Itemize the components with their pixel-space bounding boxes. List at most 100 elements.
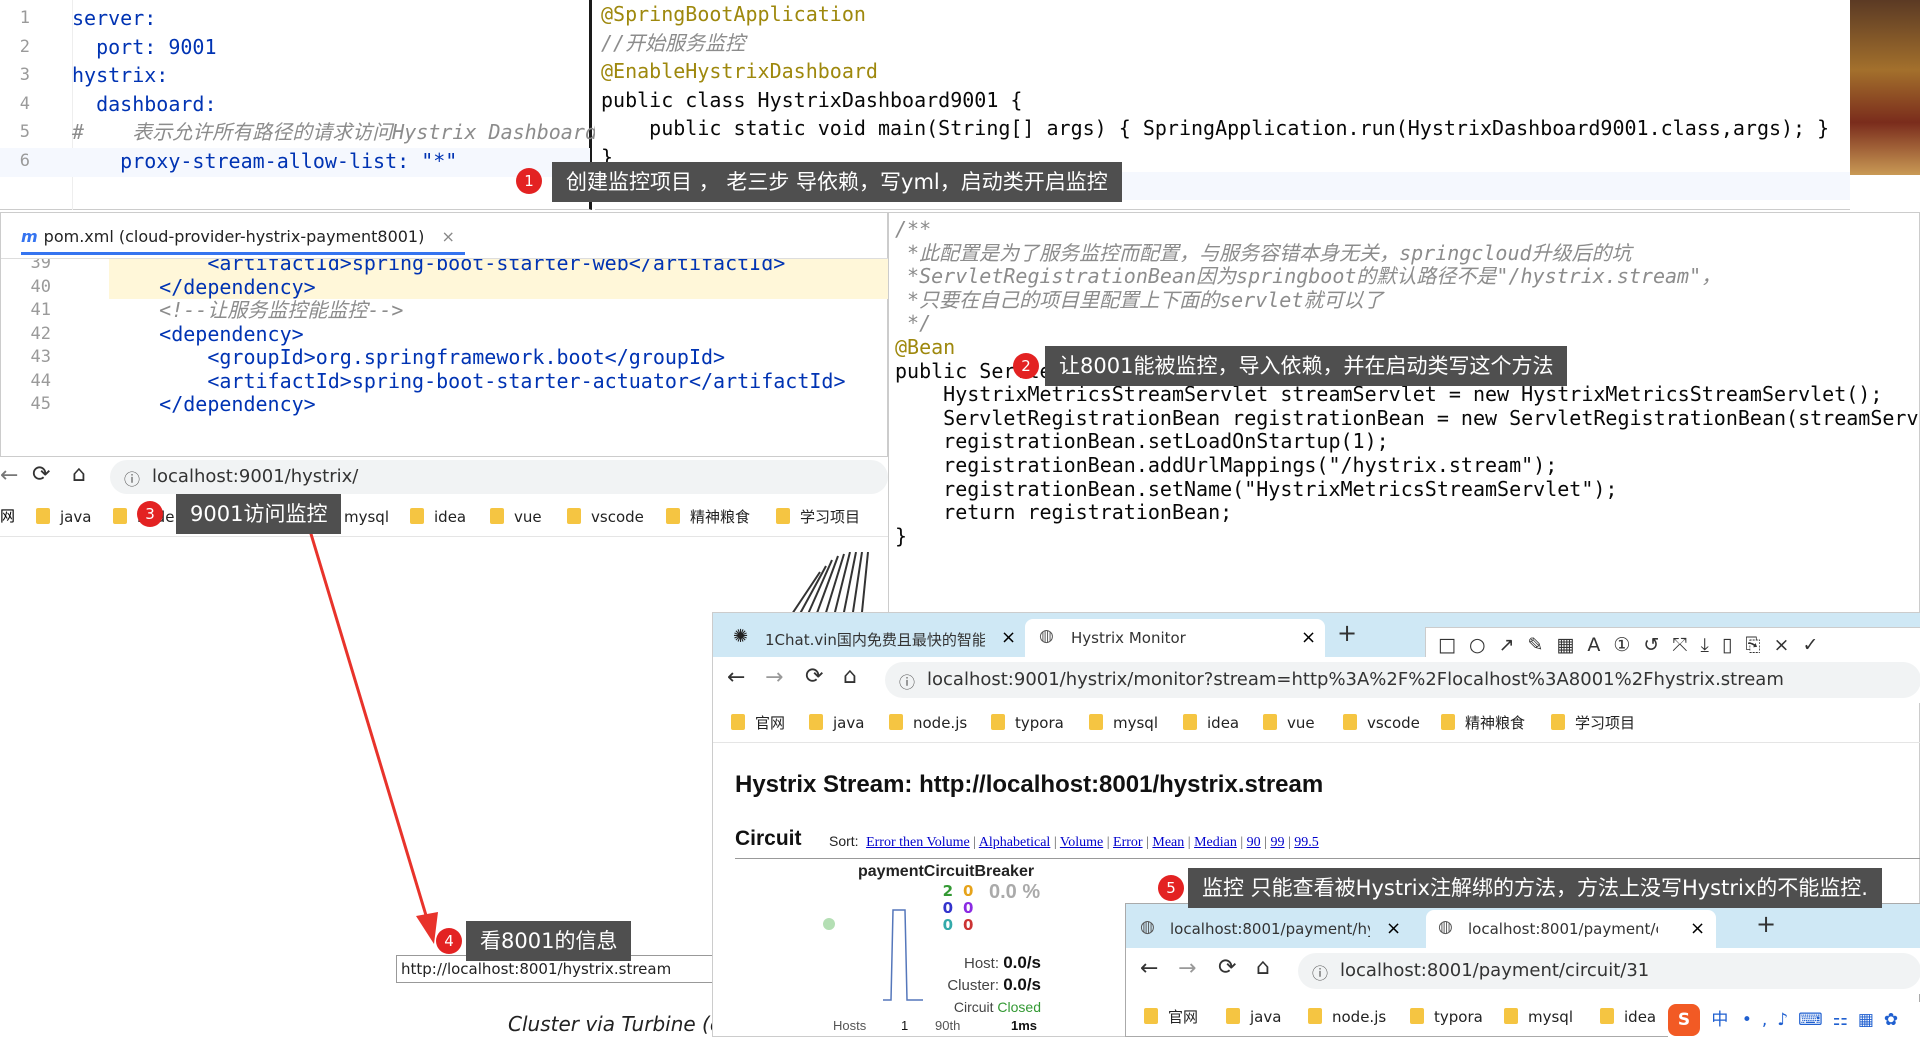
sort-link[interactable]: Median [1194, 835, 1237, 850]
step-badge: 3 [137, 501, 163, 527]
bookmark[interactable]: 官网 [1144, 1002, 1198, 1032]
sort-link[interactable]: 99.5 [1294, 835, 1319, 850]
sort-bar: Sort: Error then Volume | Alphabetical |… [829, 833, 1319, 850]
reload-icon[interactable]: ⟳ [1218, 955, 1236, 980]
bookmark[interactable]: typora [991, 708, 1064, 738]
step-callout: 让8001能被监控，导入依赖，并在启动类写这个方法 [1045, 346, 1568, 386]
java-line: @EnableHystrixDashboard [601, 59, 878, 83]
bookmark[interactable]: idea [1183, 708, 1239, 738]
browser3-address-bar[interactable]: ⓘ localhost:8001/payment/circuit/31 [1298, 953, 1920, 989]
info-icon: ⓘ [124, 470, 141, 489]
sort-link[interactable]: Volume [1060, 835, 1103, 850]
step-callout: 创建监控项目 ， 老三步 导依赖，写yml，启动类开启监控 [552, 162, 1122, 202]
bookmark[interactable]: vue [490, 502, 542, 532]
java-line: public static void main(String[] args) {… [601, 116, 1830, 140]
java-line: //开始服务监控 [601, 31, 746, 55]
line-number: 5 [19, 122, 30, 142]
annotation-arrow [306, 523, 438, 944]
home-icon[interactable]: ⌂ [72, 462, 86, 487]
new-tab-icon[interactable]: + [1756, 910, 1776, 938]
circuit-heading: Circuit [735, 827, 802, 850]
close-icon[interactable]: × [1001, 627, 1016, 648]
yaml-line: port: 9001 [72, 34, 217, 59]
bookmark[interactable]: java [809, 708, 864, 738]
bookmark[interactable]: 精神粮食 [666, 502, 750, 532]
bookmark[interactable]: node.js [889, 708, 967, 738]
bookmark[interactable]: 学习项目 [776, 502, 860, 532]
browser2-toolbar: ← → ⟳ ⌂ ⓘ localhost:9001/hystrix/monitor… [713, 657, 1920, 703]
sort-link[interactable]: Error [1113, 835, 1143, 850]
pom-line: </dependency> [111, 392, 316, 416]
bookmark[interactable]: 精神粮食 [1441, 708, 1525, 738]
globe-icon: ◍ [1140, 917, 1155, 937]
bookmark[interactable]: mysql [1089, 708, 1158, 738]
info-icon: ⓘ [1312, 964, 1329, 983]
globe-icon: ◍ [1039, 626, 1054, 646]
browser1-address-bar[interactable]: ⓘ localhost:9001/hystrix/ [110, 460, 888, 494]
bookmark[interactable]: idea [1600, 1002, 1656, 1032]
new-tab-icon[interactable]: + [1337, 619, 1357, 647]
yaml-line: dashboard: [72, 91, 217, 116]
sort-link[interactable]: 90 [1247, 835, 1261, 850]
browser3-tabbar: ◍ localhost:8001/payment/hystri × ◍ loca… [1126, 904, 1920, 948]
bookmark[interactable]: java [36, 502, 91, 532]
bookmark[interactable]: 网 [0, 505, 15, 526]
bookmark[interactable]: vue [1263, 708, 1315, 738]
bookmark[interactable]: mysql [1504, 1002, 1573, 1032]
tab-hystrix-monitor[interactable]: ◍ Hystrix Monitor × [1025, 619, 1325, 657]
tab-payment-hystrix[interactable]: ◍ localhost:8001/payment/hystri × [1130, 910, 1420, 948]
sogou-logo-icon: S [1668, 1004, 1700, 1036]
reload-icon[interactable]: ⟳ [805, 664, 823, 689]
browser3-toolbar: ← → ⟳ ⌂ ⓘ localhost:8001/payment/circuit… [1126, 948, 1920, 994]
line-number: 45 [30, 394, 51, 414]
host-rate: Host: 0.0/s [964, 953, 1041, 972]
yaml-line: hystrix: [72, 63, 169, 87]
breaker-name: paymentCircuitBreaker [858, 863, 1035, 880]
close-icon[interactable]: × [1301, 627, 1316, 648]
bookmark[interactable]: vscode [567, 502, 644, 532]
yaml-line: server: [72, 6, 157, 30]
step-callout: 监控 只能查看被Hystrix注解绑的方法，方法上没写Hystrix的不能监控. [1188, 868, 1882, 908]
servlet-line: *只要在自己的项目里配置上下面的servlet就可以了 [895, 287, 1384, 312]
sort-link[interactable]: Mean [1152, 835, 1184, 850]
reload-icon[interactable]: ⟳ [32, 462, 50, 487]
close-icon[interactable]: × [1386, 918, 1401, 939]
health-dot [823, 918, 835, 930]
yaml-editor: 1 server: 2 port: 9001 3 hystrix: 4 dashboard… [0, 0, 609, 210]
globe-icon: ◍ [1438, 917, 1453, 937]
home-icon[interactable]: ⌂ [1256, 955, 1270, 980]
pom-editor: m pom.xml (cloud-provider-hystrix-payment… [0, 212, 889, 457]
cluster-rate: Cluster: 0.0/s [947, 975, 1041, 994]
bookmark[interactable]: node.js [1308, 1002, 1386, 1032]
bookmark[interactable]: 学习项目 [1551, 708, 1635, 738]
back-icon[interactable]: ← [727, 665, 745, 690]
bookmark[interactable]: typora [1410, 1002, 1483, 1032]
step-callout: 9001访问监控 [176, 494, 342, 534]
bookmark[interactable]: 官网 [731, 708, 785, 738]
forward-icon[interactable]: → [765, 665, 783, 690]
line-number: 3 [19, 65, 30, 85]
bookmark[interactable]: vscode [1343, 708, 1420, 738]
yaml-line: proxy-stream-allow-list: "*" [72, 148, 458, 173]
step-badge: 2 [1013, 353, 1039, 379]
close-icon[interactable]: × [441, 227, 454, 246]
info-icon: ⓘ [899, 673, 916, 692]
browser2-address-bar[interactable]: ⓘ localhost:9001/hystrix/monitor?stream=… [885, 662, 1920, 698]
back-icon[interactable]: ← [0, 463, 18, 488]
openai-icon: ✺ [733, 626, 749, 647]
tab-chat[interactable]: ✺ 1Chat.vin国内免费且最快的智能 × [721, 619, 1021, 657]
sort-link[interactable]: Error then Volume [866, 835, 970, 850]
sort-link[interactable]: Alphabetical [979, 835, 1051, 850]
sort-link[interactable]: 99 [1270, 835, 1284, 850]
step-badge: 4 [436, 928, 462, 954]
close-icon[interactable]: × [1690, 918, 1705, 939]
home-icon[interactable]: ⌂ [843, 664, 857, 689]
yaml-line: # 表示允许所有路径的请求访问Hystrix Dashboard. [72, 120, 609, 144]
bookmark[interactable]: java [1226, 1002, 1281, 1032]
line-number: 4 [19, 93, 30, 114]
forward-icon[interactable]: → [1178, 956, 1196, 981]
back-icon[interactable]: ← [1140, 956, 1158, 981]
pom-tab[interactable]: m pom.xml (cloud-provider-hystrix-payment… [21, 219, 465, 255]
browser2-bookmarks-bar: 官网 java node.js typora mysql idea vue vs… [713, 703, 1920, 743]
tab-payment-circuit[interactable]: ◍ localhost:8001/payment/circu × [1426, 910, 1716, 948]
